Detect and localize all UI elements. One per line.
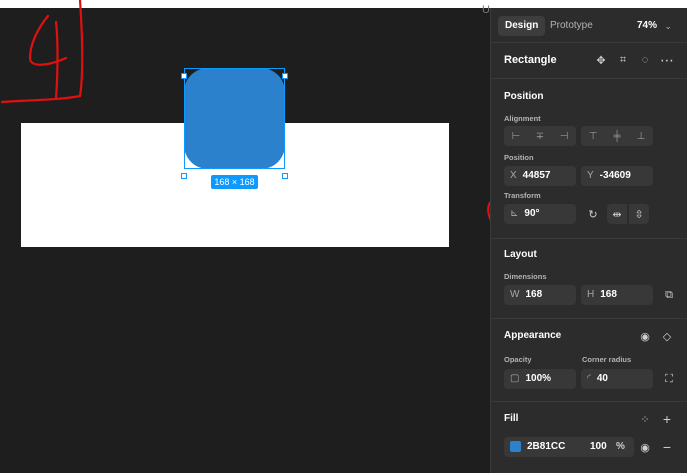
align-middle-vertical-icon[interactable]: ╪ <box>605 126 629 146</box>
transform-label: Transform <box>504 191 541 200</box>
blend-mode-drop-icon[interactable]: ◇ <box>657 326 677 346</box>
resize-handle-top-right[interactable] <box>282 73 288 79</box>
x-position-field[interactable]: X 44857 <box>504 166 576 186</box>
align-bottom-icon[interactable]: ⊥ <box>629 126 653 146</box>
corner-radius-value: 40 <box>596 373 608 384</box>
appearance-section-title: Appearance <box>504 330 562 341</box>
fill-hex-value: 2B81CC <box>527 441 566 452</box>
flip-horizontal-icon[interactable]: ⇹ <box>607 204 627 224</box>
height-field[interactable]: H 168 <box>581 285 653 305</box>
opacity-value: 100% <box>525 373 552 384</box>
chevron-down-icon[interactable]: ⌄ <box>664 16 672 36</box>
x-prefix: X <box>510 170 517 181</box>
align-top-icon[interactable]: ⊤ <box>581 126 605 146</box>
width-field[interactable]: W 168 <box>504 285 576 305</box>
selection-outline <box>184 68 285 169</box>
dimensions-label: Dimensions <box>504 272 547 281</box>
eye-icon[interactable]: ◉ <box>635 326 655 346</box>
resize-handle-bottom-right[interactable] <box>282 173 288 179</box>
rotate-90-icon[interactable]: ↻ <box>583 204 603 224</box>
vertical-alignment-group: ⊤ ╪ ⊥ <box>581 126 653 146</box>
fill-opacity-value: 100 <box>590 441 607 452</box>
divider <box>491 78 687 79</box>
divider <box>491 318 687 319</box>
style-grid-icon[interactable]: ⁘ <box>635 409 655 429</box>
align-right-icon[interactable]: ⊣ <box>552 126 576 146</box>
opacity-icon: ▢ <box>510 373 520 384</box>
y-value: -34609 <box>599 170 631 181</box>
rotation-angle-icon: ⊾ <box>510 208 519 219</box>
h-prefix: H <box>587 289 595 300</box>
fill-opacity-unit: % <box>616 441 625 452</box>
position-label: Position <box>504 153 534 162</box>
divider <box>491 401 687 402</box>
zoom-level[interactable]: 74% <box>637 16 657 36</box>
rotation-value: 90° <box>524 208 540 219</box>
h-value: 168 <box>600 289 617 300</box>
resize-handle-top-left[interactable] <box>181 73 187 79</box>
properties-panel: Design Prototype 74% ⌄ Rectangle ✥ ⌗ ◌ ⋯… <box>490 8 687 473</box>
align-left-icon[interactable]: ⊢ <box>504 126 528 146</box>
resize-handle-bottom-left[interactable] <box>181 173 187 179</box>
add-fill-icon[interactable]: + <box>657 409 677 429</box>
corner-radius-label: Corner radius <box>582 355 632 364</box>
position-section-title: Position <box>504 91 544 102</box>
mask-icon[interactable]: ◌ <box>635 50 655 70</box>
align-center-horizontal-icon[interactable]: ∓ <box>528 126 552 146</box>
corner-radius-icon: ◜ <box>587 373 591 384</box>
x-value: 44857 <box>522 170 551 181</box>
layer-name: Rectangle <box>504 54 557 66</box>
constrain-proportions-icon[interactable]: ⧉ <box>659 285 679 305</box>
flip-vertical-icon[interactable]: ⇳ <box>629 204 649 224</box>
y-prefix: Y <box>587 170 594 181</box>
more-options-icon[interactable]: ⋯ <box>657 50 677 70</box>
fill-visibility-eye-icon[interactable]: ◉ <box>635 437 655 457</box>
fill-color-swatch[interactable] <box>510 440 521 452</box>
tab-prototype[interactable]: Prototype <box>543 16 600 36</box>
opacity-label: Opacity <box>504 355 532 364</box>
divider <box>491 42 687 43</box>
size-badge: 168 × 168 <box>211 175 258 189</box>
fill-section-title: Fill <box>504 413 519 424</box>
fill-color-field[interactable]: 2B81CC 100 % <box>504 437 634 457</box>
remove-fill-icon[interactable]: − <box>657 437 677 457</box>
frame-selection-icon[interactable]: ⌗ <box>613 50 633 70</box>
rotation-field[interactable]: ⊾ 90° <box>504 204 576 224</box>
alignment-label: Alignment <box>504 114 541 123</box>
corner-radius-field[interactable]: ◜ 40 <box>581 369 653 389</box>
y-position-field[interactable]: Y -34609 <box>581 166 653 186</box>
canvas-edge-glyph: U <box>482 4 490 16</box>
component-icon[interactable]: ✥ <box>591 50 611 70</box>
divider <box>491 238 687 239</box>
independent-corners-icon[interactable]: ⛶ <box>659 369 679 389</box>
opacity-field[interactable]: ▢ 100% <box>504 369 576 389</box>
w-value: 168 <box>525 289 543 300</box>
horizontal-alignment-group: ⊢ ∓ ⊣ <box>504 126 576 146</box>
w-prefix: W <box>510 289 520 300</box>
layout-section-title: Layout <box>504 249 537 260</box>
tab-design[interactable]: Design <box>498 16 546 36</box>
